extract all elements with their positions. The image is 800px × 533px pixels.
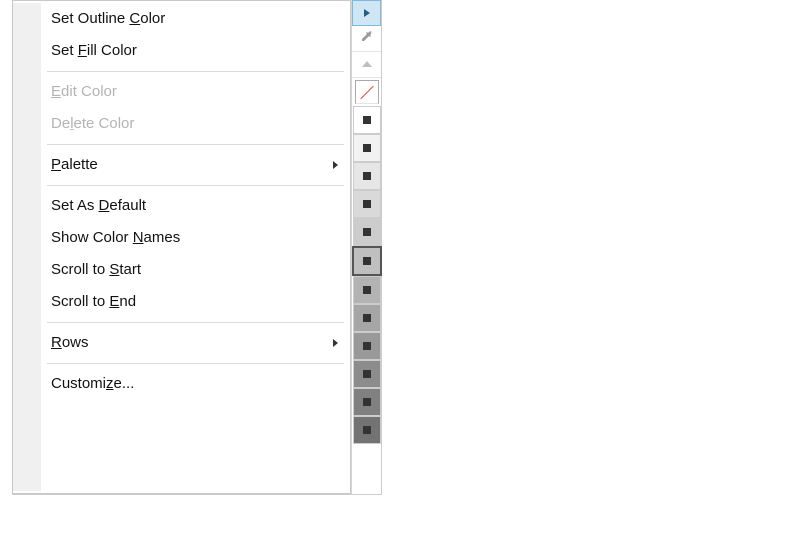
menu-item: Delete Color <box>41 108 350 140</box>
color-swatch[interactable] <box>353 134 381 162</box>
submenu-arrow-icon <box>332 160 340 170</box>
color-swatch[interactable] <box>353 360 381 388</box>
eyedropper-icon <box>359 29 375 49</box>
menu-item[interactable]: Rows <box>41 327 350 359</box>
menu-item[interactable]: Palette <box>41 149 350 181</box>
swatch-well-icon <box>363 426 371 434</box>
palette-top-buttons <box>352 0 381 106</box>
swatch-well-icon <box>363 172 371 180</box>
no-color-swatch[interactable] <box>355 80 379 104</box>
flyout-arrow-icon <box>362 5 372 22</box>
swatch-well-icon <box>363 228 371 236</box>
context-menu: Set Outline Color Set Fill Color Edit Colo… <box>12 0 351 494</box>
scroll-up-icon <box>361 56 373 73</box>
menu-item[interactable]: Scroll to Start <box>41 254 350 286</box>
menu-item[interactable]: Set Fill Color <box>41 35 350 67</box>
scroll-up-button[interactable] <box>352 52 381 78</box>
menu-item[interactable]: Scroll to End <box>41 286 350 318</box>
color-swatch[interactable] <box>353 304 381 332</box>
menu-item-label: Set As Default <box>51 197 146 214</box>
eyedropper-button[interactable] <box>352 26 381 52</box>
menu-item: Edit Color <box>41 76 350 108</box>
menu-item-label: Show Color Names <box>51 229 180 246</box>
menu-separator <box>47 71 344 72</box>
menu-separator <box>47 363 344 364</box>
color-swatch[interactable] <box>353 388 381 416</box>
menu-gutter <box>13 3 41 491</box>
color-swatch[interactable] <box>353 106 381 134</box>
color-swatch[interactable] <box>353 162 381 190</box>
flyout-arrow-button[interactable] <box>352 0 381 26</box>
color-swatch[interactable] <box>353 276 381 304</box>
menu-items: Set Outline Color Set Fill Color Edit Colo… <box>41 3 350 400</box>
swatch-well-icon <box>363 144 371 152</box>
menu-item-label: Customize... <box>51 375 134 392</box>
color-swatch[interactable] <box>353 332 381 360</box>
palette-swatches <box>352 106 381 444</box>
menu-item[interactable]: Set As Default <box>41 190 350 222</box>
menu-item-label: Palette <box>51 156 98 173</box>
swatch-well-icon <box>363 200 371 208</box>
menu-item[interactable]: Set Outline Color <box>41 3 350 35</box>
swatch-well-icon <box>363 116 371 124</box>
menu-item-label: Edit Color <box>51 83 117 100</box>
color-swatch[interactable] <box>353 416 381 444</box>
swatch-well-icon <box>363 257 371 265</box>
menu-item-label: Set Outline Color <box>51 10 165 27</box>
color-swatch[interactable] <box>352 246 382 276</box>
swatch-well-icon <box>363 286 371 294</box>
menu-item[interactable]: Show Color Names <box>41 222 350 254</box>
color-palette-strip <box>351 0 381 494</box>
swatch-well-icon <box>363 314 371 322</box>
menu-separator <box>47 144 344 145</box>
menu-separator <box>47 322 344 323</box>
swatch-well-icon <box>363 370 371 378</box>
menu-item-label: Scroll to End <box>51 293 136 310</box>
color-swatch[interactable] <box>353 218 381 246</box>
swatch-well-icon <box>363 398 371 406</box>
swatch-well-icon <box>363 342 371 350</box>
palette-context-root: Set Outline Color Set Fill Color Edit Colo… <box>12 0 382 495</box>
menu-item-label: Delete Color <box>51 115 134 132</box>
color-swatch[interactable] <box>353 190 381 218</box>
menu-item-label: Set Fill Color <box>51 42 137 59</box>
menu-item[interactable]: Customize... <box>41 368 350 400</box>
menu-separator <box>47 185 344 186</box>
submenu-arrow-icon <box>332 338 340 348</box>
menu-item-label: Rows <box>51 334 89 351</box>
menu-item-label: Scroll to Start <box>51 261 141 278</box>
